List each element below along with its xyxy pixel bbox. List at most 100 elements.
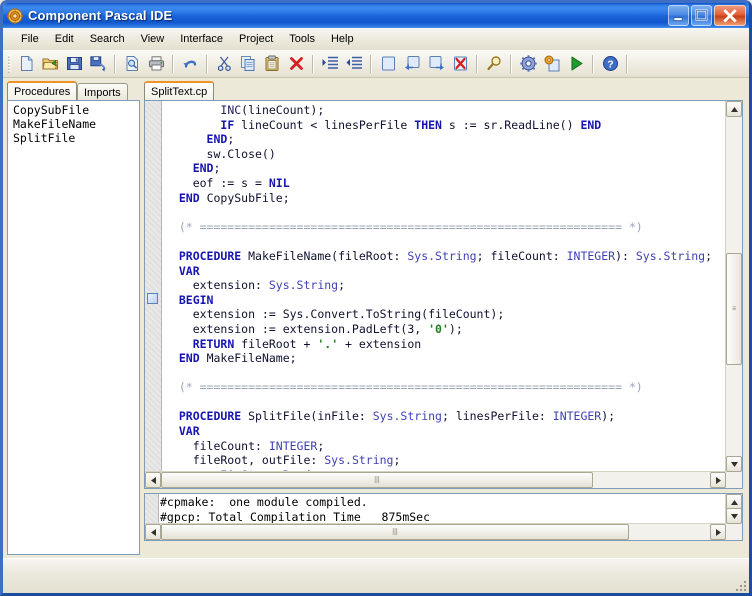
output-scroll-left-button[interactable] — [145, 524, 161, 540]
output-horizontal-scrollbar[interactable]: ||| — [145, 523, 726, 540]
menu-search[interactable]: Search — [82, 30, 133, 48]
output-scroll-right-button[interactable] — [710, 524, 726, 540]
output-hscroll-thumb[interactable]: ||| — [161, 524, 629, 540]
menu-project[interactable]: Project — [231, 30, 281, 48]
find-magnifier-icon[interactable] — [482, 52, 506, 76]
application-window: Component Pascal IDE File Edit Search Vi… — [0, 0, 752, 596]
toolbar-grip[interactable] — [8, 54, 11, 73]
scroll-down-button[interactable] — [726, 456, 742, 472]
editor-horizontal-scrollbar[interactable]: ||| — [145, 471, 726, 488]
code-line: fileCount: INTEGER; — [165, 438, 325, 453]
toolbar-separator — [592, 54, 594, 73]
scroll-thumb-grip-icon: ≡ — [731, 305, 737, 313]
code-text[interactable]: INC(lineCount); IF lineCount < linesPerF… — [163, 103, 742, 488]
app-gear-icon — [7, 7, 23, 24]
toolbar-separator — [370, 54, 372, 73]
editor-region: SplitText.cp INC(lineCount); IF lineCoun… — [140, 77, 747, 559]
toolbar: ? — [3, 50, 749, 78]
svg-text:?: ? — [607, 58, 613, 70]
menu-file[interactable]: File — [13, 30, 47, 48]
close-project-icon[interactable] — [448, 52, 472, 76]
code-line: extension: Sys.String; — [165, 278, 346, 293]
output-scroll-down-button[interactable] — [726, 508, 742, 524]
procedures-list[interactable]: CopySubFile MakeFileName SplitFile — [7, 100, 140, 555]
paste-icon[interactable] — [260, 52, 284, 76]
menu-view[interactable]: View — [133, 30, 173, 48]
menu-bar: File Edit Search View Interface Project … — [3, 28, 749, 51]
tab-imports[interactable]: Imports — [77, 83, 128, 100]
code-line: extension := extension.PadLeft(3, '0'); — [165, 321, 463, 336]
output-line: #cpmake: one module compiled. — [160, 495, 368, 509]
tab-splittext-label: SplitText.cp — [151, 86, 208, 98]
main-area: Procedures Imports CopySubFile MakeFileN… — [3, 77, 749, 559]
list-item[interactable]: SplitFile — [10, 131, 139, 145]
menu-interface[interactable]: Interface — [172, 30, 231, 48]
list-item[interactable]: CopySubFile — [10, 103, 139, 117]
compile-icon[interactable] — [540, 52, 564, 76]
menu-tools[interactable]: Tools — [281, 30, 323, 48]
new-project-icon[interactable] — [376, 52, 400, 76]
menu-help[interactable]: Help — [323, 30, 362, 48]
save-project-icon[interactable] — [424, 52, 448, 76]
output-panel[interactable]: #cpmake: one module compiled. #gpcp: Tota… — [144, 493, 743, 541]
new-file-icon[interactable] — [14, 52, 38, 76]
copy-icon[interactable] — [236, 52, 260, 76]
scrollbar-corner — [726, 472, 742, 488]
output-vertical-scrollbar[interactable] — [725, 494, 742, 524]
navigator-panel: Procedures Imports CopySubFile MakeFileN… — [7, 81, 140, 555]
indent-decrease-icon[interactable] — [342, 52, 366, 76]
menu-edit[interactable]: Edit — [47, 30, 82, 48]
bookmark-marker-icon[interactable] — [147, 293, 158, 304]
run-play-icon[interactable] — [564, 52, 588, 76]
save-all-icon[interactable] — [86, 52, 110, 76]
help-question-icon[interactable]: ? — [598, 52, 622, 76]
close-button[interactable] — [714, 5, 746, 26]
build-gear-icon[interactable] — [516, 52, 540, 76]
window-controls — [668, 5, 749, 26]
tab-splittext-cp[interactable]: SplitText.cp — [144, 81, 215, 100]
scroll-up-button[interactable] — [726, 101, 742, 117]
code-line: VAR — [178, 424, 200, 439]
scrollbar-corner — [726, 524, 742, 540]
navigator-tabstrip: Procedures Imports — [7, 81, 140, 100]
resize-grip-icon[interactable] — [734, 579, 746, 591]
undo-icon[interactable] — [178, 52, 202, 76]
code-line: INC(lineCount); — [220, 103, 325, 117]
editor-vscroll-thumb[interactable]: ≡ — [726, 253, 742, 365]
delete-cross-icon[interactable] — [284, 52, 308, 76]
output-line: #gpcp: Total Compilation Time 875mSec — [160, 509, 431, 524]
save-icon[interactable] — [62, 52, 86, 76]
code-editor[interactable]: INC(lineCount); IF lineCount < linesPerF… — [144, 100, 743, 489]
scroll-left-button[interactable] — [145, 472, 161, 488]
open-folder-icon[interactable] — [38, 52, 62, 76]
code-line: (* =====================================… — [165, 380, 643, 395]
code-line: eof := s = NIL — [165, 175, 290, 190]
scroll-right-button[interactable] — [710, 472, 726, 488]
list-item[interactable]: MakeFileName — [10, 117, 139, 131]
code-line: PROCEDURE MakeFileName(fileRoot: Sys.Str… — [178, 248, 713, 263]
toolbar-separator — [312, 54, 314, 73]
code-line: BEGIN — [178, 292, 214, 307]
cut-scissors-icon[interactable] — [212, 52, 236, 76]
code-line: END; — [206, 132, 235, 147]
open-project-icon[interactable] — [400, 52, 424, 76]
print-icon[interactable] — [144, 52, 168, 76]
code-line: RETURN fileRoot + '.' + extension — [192, 336, 422, 351]
minimize-button[interactable] — [668, 5, 689, 26]
print-preview-icon[interactable] — [120, 52, 144, 76]
scroll-thumb-grip-icon: ||| — [392, 528, 398, 536]
editor-hscroll-thumb[interactable]: ||| — [161, 472, 593, 488]
code-line: IF lineCount < linesPerFile THEN s := sr… — [220, 117, 602, 132]
tab-procedures[interactable]: Procedures — [7, 81, 78, 100]
editor-vertical-scrollbar[interactable]: ≡ — [725, 101, 742, 472]
maximize-button[interactable] — [691, 5, 712, 26]
code-line: END; — [192, 161, 221, 176]
indent-increase-icon[interactable] — [318, 52, 342, 76]
code-line: END MakeFileName; — [178, 351, 297, 366]
toolbar-separator — [114, 54, 116, 73]
code-line: sw.Close() — [165, 146, 276, 161]
editor-gutter[interactable] — [145, 101, 162, 488]
